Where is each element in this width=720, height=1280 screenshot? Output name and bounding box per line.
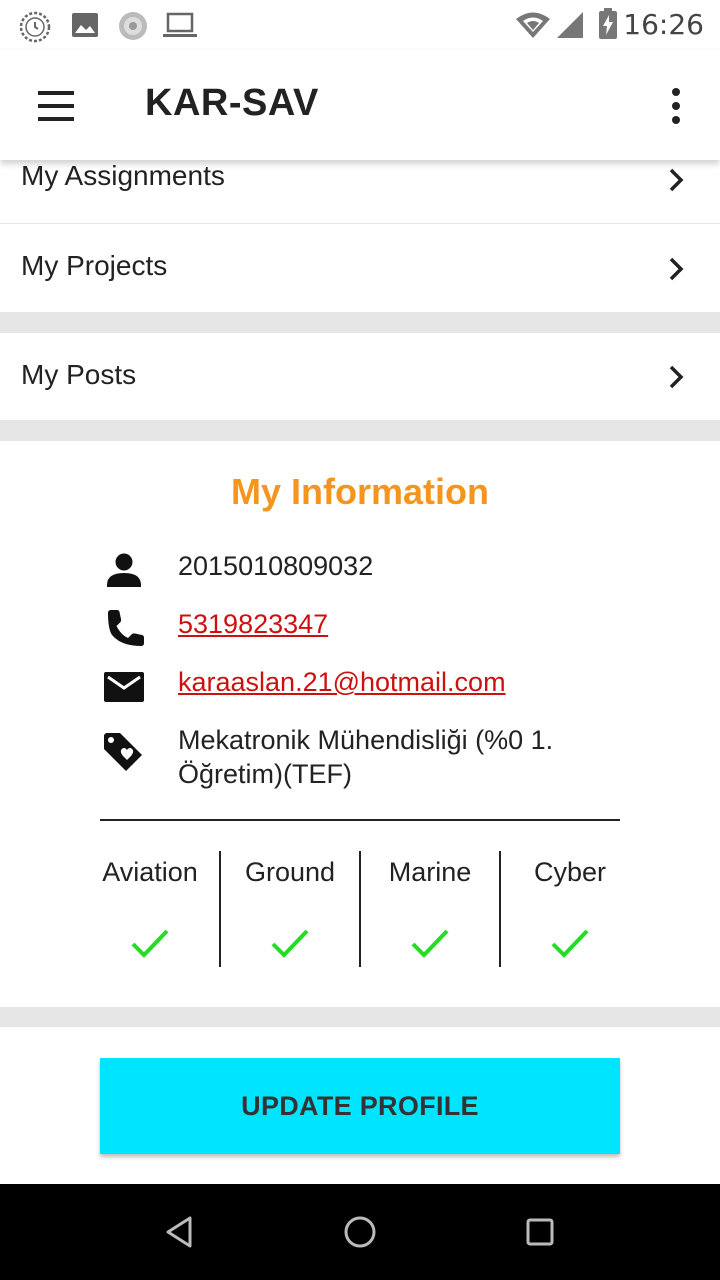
chevron-right-icon (669, 257, 684, 281)
student-id-line: 2015010809032 (100, 547, 680, 595)
tag-icon (104, 733, 142, 771)
signal-icon (557, 12, 583, 38)
laptop-notification-icon (163, 12, 197, 37)
recents-square-icon[interactable] (520, 1212, 560, 1252)
status-bar: 16:26 (0, 0, 720, 50)
info-card: My Information 2015010809032 5319823347 … (0, 441, 720, 1007)
phone-icon (108, 610, 144, 646)
check-icon (271, 929, 309, 958)
menu-row-label: My Posts (21, 359, 137, 390)
student-id-text: 2015010809032 (178, 551, 374, 581)
app-bar: KAR-SAV (0, 50, 720, 160)
menu-row-label: My Projects (21, 250, 168, 281)
battery-charging-icon (599, 8, 617, 39)
category-label: Ground (244, 857, 336, 887)
email-link[interactable]: karaaslan.21@hotmail.com (178, 665, 506, 699)
menu-row-posts[interactable]: My Posts (0, 333, 720, 420)
update-area: UPDATE PROFILE (0, 1027, 720, 1184)
update-profile-button[interactable]: UPDATE PROFILE (100, 1058, 620, 1154)
category-aviation: Aviation (80, 851, 220, 967)
home-circle-icon[interactable] (340, 1212, 380, 1252)
clock-notification-icon (19, 11, 51, 43)
back-triangle-icon[interactable] (160, 1212, 200, 1252)
department-text: Mekatronik Mühendisliği (%0 1. Öğretim)(… (178, 725, 554, 789)
info-title: My Information (231, 471, 489, 512)
divider (100, 819, 620, 821)
email-line: karaaslan.21@hotmail.com (100, 663, 680, 711)
category-label: Aviation (102, 857, 198, 887)
menu-row-label: My Assignments (21, 160, 225, 191)
menu-row-projects[interactable]: My Projects (0, 224, 720, 312)
phone-line: 5319823347 (100, 605, 680, 653)
check-icon (551, 929, 589, 958)
check-icon (131, 929, 169, 958)
department-line: Mekatronik Mühendisliği (%0 1. Öğretim)(… (100, 723, 680, 793)
image-notification-icon (72, 13, 98, 37)
category-marine: Marine (360, 851, 500, 967)
mail-icon (104, 672, 144, 702)
app-title: KAR-SAV (145, 82, 319, 124)
wifi-icon (516, 12, 550, 38)
category-label: Marine (388, 857, 472, 887)
category-ground: Ground (220, 851, 360, 967)
chevron-right-icon (669, 168, 684, 192)
check-icon (411, 929, 449, 958)
category-cyber: Cyber (500, 851, 640, 967)
category-label: Cyber (533, 857, 607, 887)
hamburger-menu-icon[interactable] (30, 80, 82, 132)
nav-bar (0, 1184, 720, 1280)
person-icon (107, 553, 141, 587)
sync-notification-icon (119, 12, 147, 40)
chevron-right-icon (669, 365, 684, 389)
phone-link[interactable]: 5319823347 (178, 607, 328, 641)
more-vert-icon[interactable] (658, 82, 694, 132)
status-time: 16:26 (623, 8, 704, 41)
menu-row-assignments[interactable]: My Assignments (0, 160, 720, 223)
